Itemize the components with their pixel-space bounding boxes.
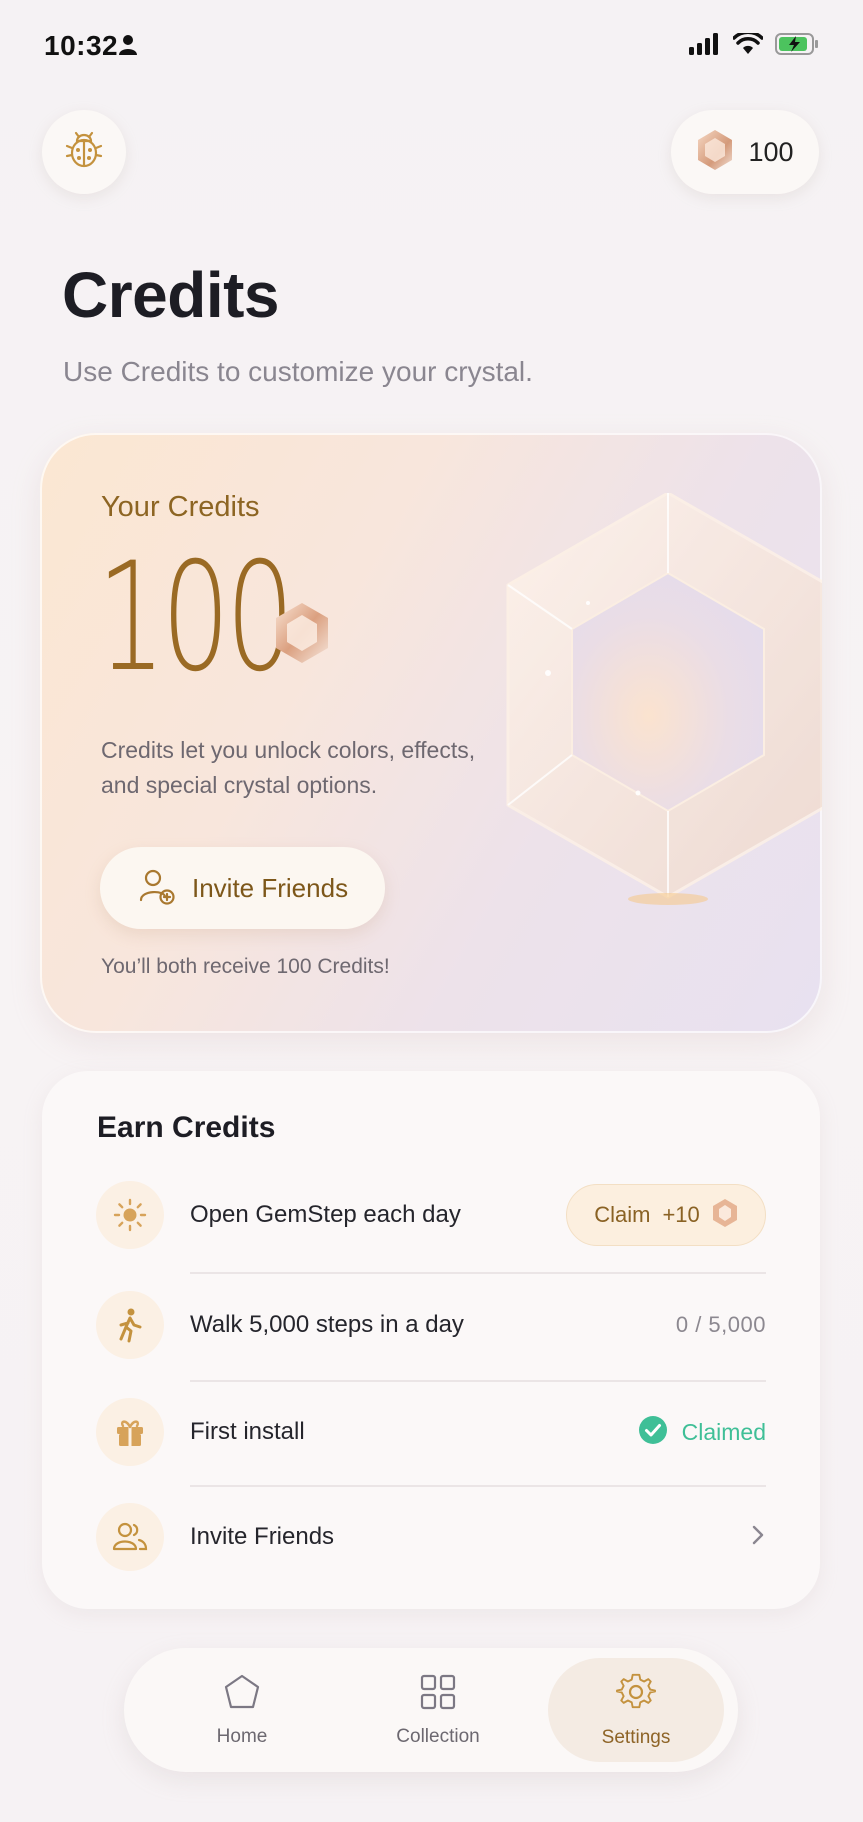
claim-reward: +10: [662, 1202, 700, 1227]
bottom-navigation: Home Collection Settings: [124, 1648, 738, 1772]
friends-icon: [96, 1503, 164, 1571]
credits-balance-value: 100: [748, 136, 794, 167]
add-user-icon: [138, 867, 176, 910]
credits-balance-pill[interactable]: 100: [671, 110, 819, 194]
grid-icon: [419, 1673, 457, 1716]
gem-icon: [272, 599, 332, 672]
divider: [190, 1380, 766, 1382]
debug-button[interactable]: [42, 110, 126, 194]
invite-friends-row[interactable]: Invite Friends: [96, 1503, 766, 1571]
credits-summary-card: Your Credits 100 Credits let you unlock …: [40, 433, 822, 1033]
page-title: Credits: [62, 259, 280, 331]
earn-item-label: Invite Friends: [190, 1523, 335, 1550]
chevron-right-icon: [750, 1523, 766, 1552]
earn-item-label: Open GemStep each day: [190, 1201, 461, 1228]
list-item: Walk 5,000 steps in a day 0 / 5,000: [96, 1291, 766, 1359]
claimed-status: Claimed: [638, 1415, 766, 1450]
credits-description: Credits let you unlock colors, effects, …: [101, 737, 476, 798]
signal-icon: [689, 33, 721, 60]
gift-icon: [96, 1398, 164, 1466]
status-indicators: [689, 30, 819, 61]
claim-label: Claim: [594, 1202, 651, 1227]
divider: [190, 1272, 766, 1274]
claim-button[interactable]: Claim +10: [566, 1184, 766, 1246]
nav-label: Home: [216, 1725, 268, 1747]
person-icon: [118, 34, 138, 61]
walking-icon: [96, 1291, 164, 1359]
status-bar: 10:32: [0, 0, 863, 96]
tab-home[interactable]: Home: [182, 1648, 302, 1772]
invite-friends-button[interactable]: Invite Friends: [100, 847, 385, 929]
gem-icon: [696, 128, 734, 177]
earn-credits-card: Earn Credits Open GemStep each day Claim…: [42, 1071, 820, 1609]
invite-reward-note: You’ll both receive 100 Credits!: [101, 955, 390, 978]
claimed-label: Claimed: [681, 1418, 766, 1445]
sun-icon: [96, 1181, 164, 1249]
your-credits-label: Your Credits: [101, 491, 260, 523]
steps-progress: 0 / 5,000: [675, 1312, 766, 1337]
tab-settings[interactable]: Settings: [548, 1658, 724, 1762]
earn-credits-title: Earn Credits: [97, 1111, 276, 1144]
home-icon: [223, 1673, 261, 1716]
nav-label: Collection: [396, 1725, 480, 1747]
divider: [190, 1485, 766, 1487]
crystal-illustration: [488, 491, 822, 998]
list-item: Open GemStep each day Claim +10: [96, 1181, 766, 1249]
check-circle-icon: [638, 1415, 668, 1450]
page-subtitle: Use Credits to customize your crystal.: [63, 356, 533, 387]
gear-icon: [616, 1672, 656, 1717]
gem-icon: [712, 1198, 738, 1233]
credits-value: 100: [97, 531, 295, 705]
nav-label: Settings: [601, 1726, 671, 1748]
earn-item-label: First install: [190, 1418, 305, 1445]
tab-collection[interactable]: Collection: [368, 1648, 508, 1772]
ladybug-icon: [62, 128, 106, 177]
wifi-icon: [732, 30, 764, 60]
earn-item-label: Walk 5,000 steps in a day: [190, 1311, 464, 1338]
list-item: First install Claimed: [96, 1398, 766, 1466]
invite-friends-label: Invite Friends: [192, 872, 349, 903]
battery-icon: [775, 32, 819, 61]
status-time: 10:32: [44, 30, 119, 61]
